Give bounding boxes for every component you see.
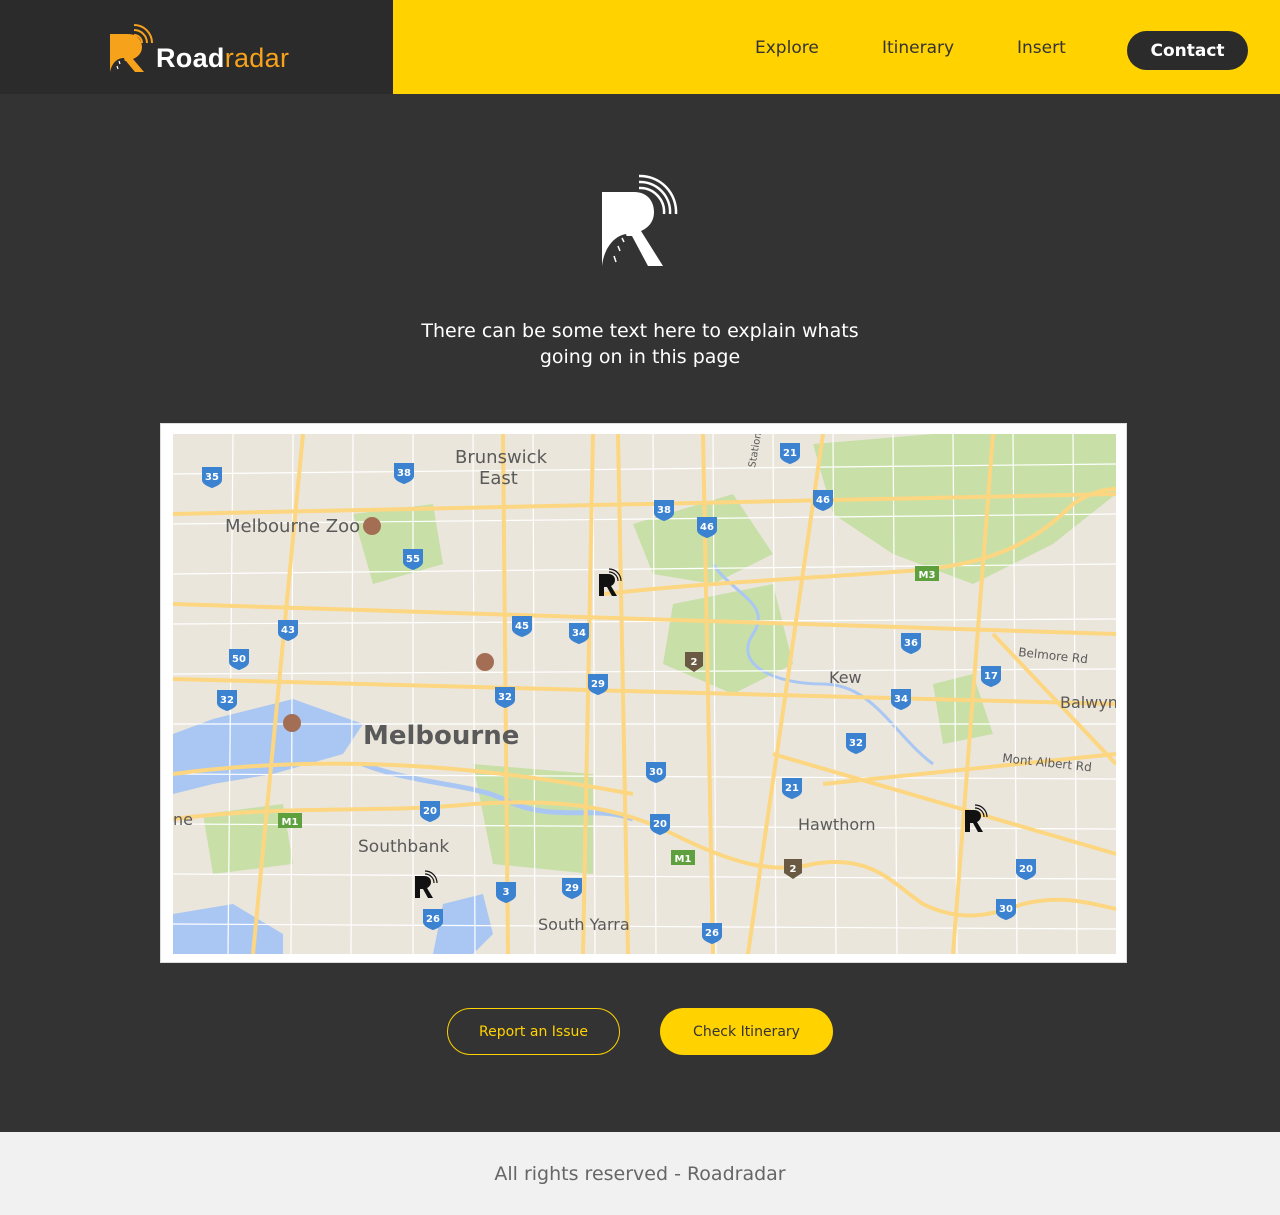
route-m1: M1 — [671, 850, 695, 865]
svg-text:20: 20 — [653, 819, 667, 830]
svg-text:M1: M1 — [282, 817, 299, 828]
nav-explore-link[interactable]: Explore — [755, 38, 819, 58]
map-label-hawthorn: Hawthorn — [798, 815, 876, 834]
route-m3: M3 — [915, 566, 939, 581]
map-label-brunswick: Brunswick — [455, 447, 548, 468]
svg-text:3: 3 — [503, 887, 510, 898]
svg-text:26: 26 — [705, 928, 719, 939]
footer-copyright: All rights reserved - Roadradar — [494, 1162, 786, 1185]
svg-text:35: 35 — [205, 472, 219, 483]
report-issue-button[interactable]: Report an Issue — [447, 1008, 620, 1055]
map-label-east: East — [479, 468, 518, 489]
svg-text:32: 32 — [220, 695, 234, 706]
svg-text:M3: M3 — [919, 570, 936, 581]
svg-text:26: 26 — [426, 914, 440, 925]
svg-text:38: 38 — [657, 505, 671, 516]
svg-text:50: 50 — [232, 654, 246, 665]
svg-text:30: 30 — [999, 904, 1013, 915]
svg-text:30: 30 — [649, 767, 663, 778]
svg-text:36: 36 — [904, 638, 918, 649]
svg-text:20: 20 — [423, 806, 437, 817]
map-label-melbourne: Melbourne — [363, 721, 519, 751]
map-view[interactable]: Brunswick East Melbourne Zoo Melbourne S… — [173, 434, 1116, 954]
svg-text:17: 17 — [984, 671, 998, 682]
svg-text:32: 32 — [849, 738, 863, 749]
zoo-paw-icon[interactable] — [363, 517, 381, 535]
brand-name-light: radar — [224, 43, 290, 73]
map-canvas[interactable]: Brunswick East Melbourne Zoo Melbourne S… — [173, 434, 1116, 954]
roadradar-logo-icon — [110, 24, 153, 72]
svg-text:M1: M1 — [675, 854, 692, 865]
svg-text:32: 32 — [498, 692, 512, 703]
svg-text:21: 21 — [783, 448, 797, 459]
brand-area: Roadradar — [0, 0, 393, 94]
intro-text: There can be some text here to explain w… — [421, 320, 859, 368]
map-label-kew: Kew — [829, 668, 862, 687]
brand-name: Roadradar — [156, 45, 289, 72]
svg-text:34: 34 — [894, 694, 908, 705]
map-label-south-yarra: South Yarra — [538, 915, 630, 934]
museum-icon[interactable] — [476, 653, 494, 671]
svg-text:46: 46 — [700, 522, 714, 533]
route-m1: M1 — [278, 813, 302, 828]
landmark-icon[interactable] — [283, 714, 301, 732]
site-header: Roadradar Explore Itinerary Insert Conta… — [0, 0, 1280, 94]
svg-text:55: 55 — [406, 554, 420, 565]
svg-text:20: 20 — [1019, 864, 1033, 875]
hero-roadradar-icon — [602, 174, 678, 266]
map-label-edge: ne — [173, 810, 193, 829]
svg-text:2: 2 — [691, 657, 698, 668]
svg-text:34: 34 — [572, 628, 586, 639]
map-label-southbank: Southbank — [358, 837, 449, 857]
nav-contact-button[interactable]: Contact — [1127, 31, 1248, 70]
nav-itinerary-link[interactable]: Itinerary — [882, 38, 954, 58]
svg-text:29: 29 — [591, 679, 605, 690]
svg-text:2: 2 — [790, 864, 797, 875]
svg-text:21: 21 — [785, 783, 799, 794]
svg-text:46: 46 — [816, 495, 830, 506]
svg-text:45: 45 — [515, 621, 529, 632]
svg-text:29: 29 — [565, 883, 579, 894]
map-frame: Brunswick East Melbourne Zoo Melbourne S… — [160, 423, 1127, 963]
brand-name-strong: Road — [156, 43, 225, 73]
check-itinerary-button[interactable]: Check Itinerary — [660, 1008, 833, 1055]
brand-logo[interactable]: Roadradar — [108, 16, 289, 74]
svg-text:43: 43 — [281, 625, 295, 636]
map-label-balwyn: Balwyn — [1060, 693, 1116, 712]
nav-insert-link[interactable]: Insert — [1017, 38, 1066, 58]
map-label-melbourne-zoo: Melbourne Zoo — [225, 516, 360, 537]
svg-text:38: 38 — [397, 468, 411, 479]
site-footer: All rights reserved - Roadradar — [0, 1132, 1280, 1215]
